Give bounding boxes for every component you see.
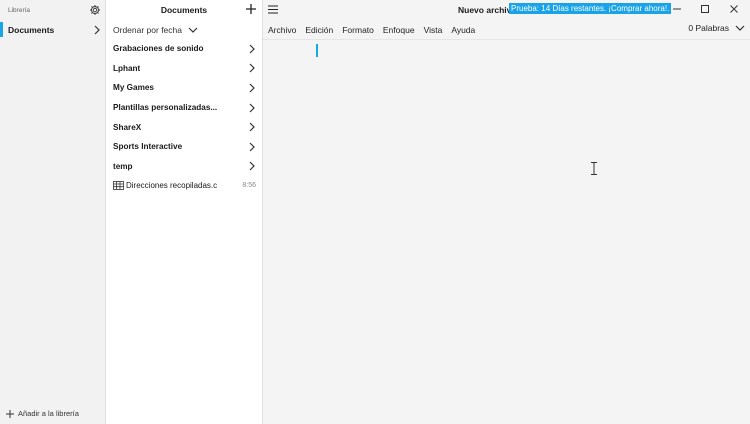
close-icon[interactable] [729,4,739,14]
library-item-label: Documents [8,24,55,35]
chevron-down-icon [188,27,198,33]
menu-enfoque[interactable]: Enfoque [383,25,415,35]
folder-item[interactable]: Sports Interactive [106,137,262,157]
file-time: 8:56 [242,182,256,190]
folder-item[interactable]: Plantillas personalizadas... [106,98,262,118]
chevron-right-icon [248,122,256,132]
documents-header: Documents [106,0,262,20]
sort-label: Ordenar por fecha [113,24,182,35]
folder-name: Sports Interactive [113,142,183,152]
chevron-right-icon [248,83,256,93]
folder-item[interactable]: Lphant [106,59,262,79]
library-title: Librería [8,6,31,14]
folder-item[interactable]: My Games [106,78,262,98]
file-name: Direcciones recopiladas.c [126,181,218,191]
title-bar: Nuevo archivo Prueba: 14 Días restantes.… [263,0,750,20]
chevron-right-icon [248,103,256,113]
library-pane: Librería Documents Añadir a la librería [0,0,106,424]
file-item[interactable]: Direcciones recopiladas.c 8:56 [106,176,262,196]
documents-pane: Documents Ordenar por fecha Grabaciones … [106,0,263,424]
trial-banner-button[interactable]: Prueba: 14 Días restantes. ¡Comprar ahor… [509,3,672,14]
text-caret [316,44,318,57]
minimize-icon[interactable] [672,4,682,14]
menu-archivo[interactable]: Archivo [268,25,296,35]
folder-item[interactable]: Grabaciones de sonido [106,39,262,59]
folder-name: My Games [113,83,154,93]
menu-bar: Archivo Edición Formato Enfoque Vista Ay… [263,20,750,39]
chevron-right-icon [248,44,256,54]
document-title: Nuevo archivo [458,5,517,15]
menu-edicion[interactable]: Edición [305,25,333,35]
folder-item[interactable]: ShareX [106,117,262,137]
editor-pane: Nuevo archivo Prueba: 14 Días restantes.… [263,0,750,424]
word-count: 0 Palabras [688,23,729,33]
library-header: Librería [0,0,105,20]
menu-vista[interactable]: Vista [424,25,443,35]
text-editor-area[interactable] [263,39,750,424]
menu-ayuda[interactable]: Ayuda [451,25,475,35]
library-item-documents[interactable]: Documents [0,20,105,39]
add-library-button[interactable]: Añadir a la librería [6,409,79,418]
folder-name: Plantillas personalizadas... [113,103,218,113]
add-library-label: Añadir a la librería [18,409,79,418]
folder-name: Lphant [113,63,141,73]
folder-name: Grabaciones de sonido [113,44,204,54]
gear-icon[interactable] [89,4,101,16]
word-count-dropdown[interactable]: 0 Palabras [688,23,745,33]
plus-icon [6,409,14,418]
chevron-right-icon [93,25,101,35]
maximize-icon[interactable] [700,4,710,14]
menu-formato[interactable]: Formato [342,25,374,35]
documents-title: Documents [160,5,208,15]
folder-name: temp [113,161,133,171]
chevron-right-icon [248,63,256,73]
new-document-plus-icon[interactable] [245,3,257,15]
folder-item[interactable]: temp [106,157,262,177]
chevron-right-icon [248,142,256,152]
chevron-down-icon [735,25,745,31]
spreadsheet-icon [113,181,124,191]
hamburger-menu-icon[interactable] [268,5,278,14]
folder-name: ShareX [113,122,142,132]
chevron-right-icon [248,161,256,171]
text-cursor-icon [590,162,598,175]
sort-dropdown[interactable]: Ordenar por fecha [106,20,262,39]
